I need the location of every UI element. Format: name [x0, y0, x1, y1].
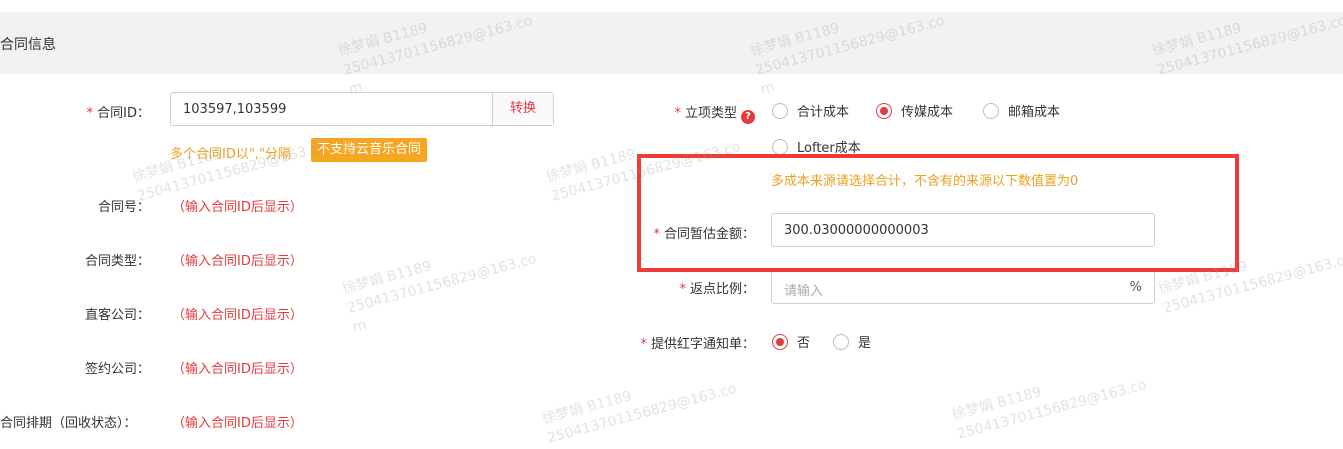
watermark: 徐梦娟 B1189 250413701156829@163.co m	[340, 250, 539, 337]
signing-company-label: 签约公司：	[84, 362, 150, 377]
radio-media-cost[interactable]: 传媒成本	[876, 101, 953, 120]
watermark: 徐梦娟 B1189 250413701156829@163.co	[544, 138, 743, 205]
contract-id-label: * 合同ID：	[86, 106, 150, 121]
estimate-amount-input[interactable]: 300.03000000000003	[771, 213, 1155, 247]
rebate-ratio-label: * 返点比例：	[679, 282, 755, 297]
estimate-amount-label: * 合同暂估金额：	[653, 227, 755, 242]
help-icon[interactable]: ?	[741, 110, 755, 124]
contract-no-label: 合同号：	[97, 200, 150, 215]
radio-yes[interactable]: 是	[833, 332, 871, 351]
contract-id-tip: 多个合同ID以","分隔	[170, 147, 291, 162]
schedule-label: 合同排期（回收状态）：	[0, 416, 137, 431]
contract-type-label: 合同类型：	[84, 254, 150, 269]
watermark: 徐梦娟 B1189 250413701156829@163.co	[130, 138, 329, 205]
radio-lofter-cost[interactable]: Lofter成本	[772, 137, 861, 156]
radio-total-cost[interactable]: 合计成本	[772, 101, 849, 120]
radio-no[interactable]: 否	[772, 332, 810, 351]
unsupported-tag: 不支持云音乐合同	[311, 138, 428, 162]
section-title: 合同信息	[0, 37, 56, 53]
project-type-label: * 立项类型?	[674, 102, 755, 124]
rebate-ratio-input[interactable]: 请输入 %	[771, 270, 1155, 304]
contract-no-value: （输入合同ID后显示）	[172, 200, 303, 215]
watermark: 徐梦娟 B1189 250413701156829@163.co	[1156, 250, 1343, 317]
direct-client-label: 直客公司：	[84, 308, 150, 323]
watermark: 徐梦娟 B1189 250413701156829@163.co	[950, 376, 1149, 443]
percent-suffix: %	[1129, 280, 1142, 295]
convert-button[interactable]: 转换	[492, 93, 553, 125]
watermark: 徐梦娟 B1189 250413701156829@163.co	[540, 380, 739, 447]
radio-mail-cost[interactable]: 邮箱成本	[983, 101, 1060, 120]
contract-id-input[interactable]: 103597,103599	[183, 102, 286, 117]
signing-company-value: （输入合同ID后显示）	[172, 362, 303, 377]
schedule-value: （输入合同ID后显示）	[172, 416, 303, 431]
red-notice-label: * 提供红字通知单：	[640, 337, 755, 352]
direct-client-value: （输入合同ID后显示）	[172, 308, 303, 323]
cost-source-tip: 多成本来源请选择合计，不含有的来源以下数值置为0	[771, 174, 1079, 189]
contract-id-input-group[interactable]: 103597,103599 转换	[170, 92, 554, 126]
contract-type-value: （输入合同ID后显示）	[172, 254, 303, 269]
section-header	[0, 12, 1343, 74]
